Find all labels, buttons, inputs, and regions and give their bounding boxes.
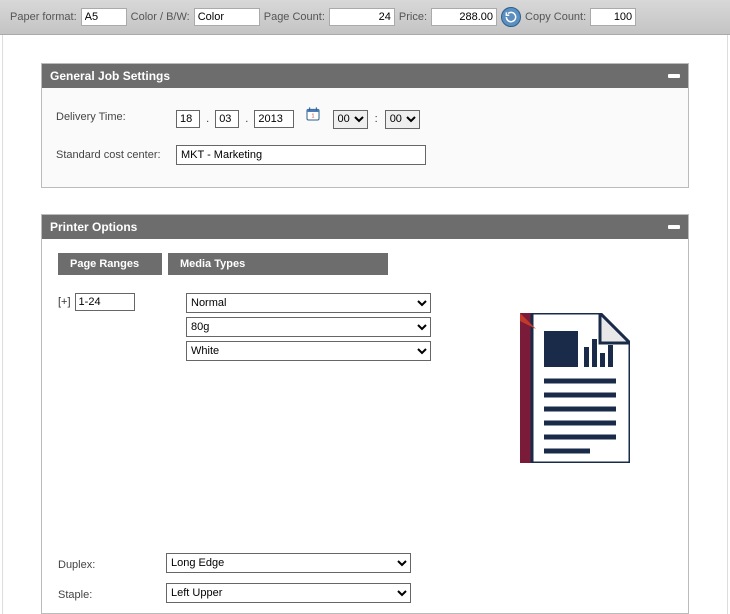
- page-range-input[interactable]: [75, 293, 135, 311]
- general-panel-title: General Job Settings: [50, 69, 170, 83]
- add-range-icon[interactable]: [+]: [58, 296, 71, 308]
- collapse-icon[interactable]: [668, 74, 680, 78]
- paper-format-input[interactable]: [81, 8, 127, 26]
- collapse-icon[interactable]: [668, 225, 680, 229]
- printer-panel-title: Printer Options: [50, 220, 137, 234]
- tab-media-types[interactable]: Media Types: [168, 253, 388, 275]
- general-job-settings-panel: General Job Settings Delivery Time: . . …: [41, 63, 689, 188]
- staple-label: Staple:: [46, 589, 166, 601]
- paper-format-label: Paper format:: [10, 11, 77, 23]
- printer-panel-header: Printer Options: [42, 215, 688, 239]
- cost-center-label: Standard cost center:: [56, 149, 176, 161]
- general-panel-header: General Job Settings: [42, 64, 688, 88]
- date-separator: .: [206, 113, 209, 125]
- duplex-label: Duplex:: [46, 559, 166, 571]
- copy-count-label: Copy Count:: [525, 11, 586, 23]
- delivery-date-group: . . 1 00 : 00: [176, 106, 420, 129]
- delivery-year-input[interactable]: [254, 110, 294, 128]
- time-separator: :: [375, 113, 378, 125]
- delivery-minute-select[interactable]: 00: [385, 110, 420, 129]
- svg-text:1: 1: [312, 113, 315, 119]
- duplex-select[interactable]: Long Edge: [166, 553, 411, 573]
- printer-options-panel: Printer Options Page Ranges Media Types …: [41, 214, 689, 614]
- calendar-icon[interactable]: 1: [305, 106, 321, 122]
- price-label: Price:: [399, 11, 427, 23]
- media-weight-select[interactable]: 80g: [186, 317, 431, 337]
- delivery-month-input[interactable]: [215, 110, 239, 128]
- media-type-select[interactable]: Normal: [186, 293, 431, 313]
- media-color-select[interactable]: White: [186, 341, 431, 361]
- price-input[interactable]: [431, 8, 497, 26]
- page-count-input[interactable]: [329, 8, 395, 26]
- copy-count-input[interactable]: [590, 8, 636, 26]
- cost-center-input[interactable]: [176, 145, 426, 165]
- delivery-hour-select[interactable]: 00: [333, 110, 368, 129]
- top-settings-bar: Paper format: Color / B/W: Page Count: P…: [0, 0, 730, 35]
- page-count-label: Page Count:: [264, 11, 325, 23]
- tab-page-ranges[interactable]: Page Ranges: [58, 253, 162, 275]
- color-bw-input[interactable]: [194, 8, 260, 26]
- date-separator: .: [245, 113, 248, 125]
- page-container: General Job Settings Delivery Time: . . …: [2, 35, 728, 614]
- refresh-icon[interactable]: [501, 7, 521, 27]
- color-bw-label: Color / B/W:: [131, 11, 190, 23]
- delivery-time-label: Delivery Time:: [56, 111, 176, 123]
- document-preview-icon: [520, 313, 630, 463]
- delivery-day-input[interactable]: [176, 110, 200, 128]
- staple-select[interactable]: Left Upper: [166, 583, 411, 603]
